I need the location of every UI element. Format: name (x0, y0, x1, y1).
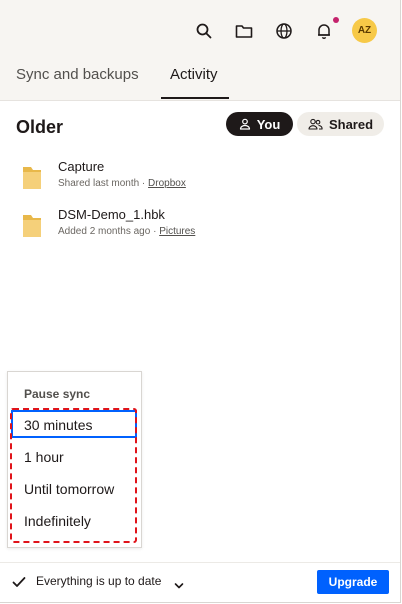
pause-indefinitely-option[interactable]: Indefinitely (24, 513, 91, 529)
activity-content: Older You Shared Capture Shared last mon… (0, 100, 400, 563)
upgrade-button[interactable]: Upgrade (317, 570, 389, 594)
search-icon[interactable] (193, 20, 215, 42)
file-location-link[interactable]: Dropbox (148, 178, 186, 189)
tab-sync-and-backups[interactable]: Sync and backups (16, 66, 139, 83)
pause-until-tomorrow-option[interactable]: Until tomorrow (24, 481, 114, 497)
file-location-link[interactable]: Pictures (159, 226, 195, 237)
sync-status-text[interactable]: Everything is up to date (36, 574, 161, 588)
file-name: DSM-Demo_1.hbk (58, 207, 165, 222)
active-tab-indicator (161, 97, 229, 99)
file-meta: Shared last month · Dropbox (58, 178, 186, 189)
filter-shared-label: Shared (328, 116, 374, 132)
checkmark-icon (12, 575, 26, 593)
person-icon (239, 118, 250, 130)
chevron-down-icon[interactable] (174, 577, 184, 595)
pause-30-minutes-option[interactable]: 30 minutes (24, 417, 92, 433)
top-bar: AZ Sync and backups Activity (0, 0, 400, 100)
filter-you-label: You (256, 116, 281, 132)
section-heading: Older (16, 117, 64, 137)
tab-activity[interactable]: Activity (170, 66, 218, 83)
bell-icon[interactable] (313, 20, 335, 42)
globe-icon[interactable] (273, 20, 295, 42)
pause-sync-menu: Pause sync 30 minutes 1 hour Until tomor… (7, 371, 142, 548)
sync-panel: AZ Sync and backups Activity Older You S… (0, 0, 401, 603)
avatar[interactable]: AZ (352, 18, 377, 43)
folder-icon (22, 164, 42, 195)
folder-icon[interactable] (233, 20, 255, 42)
list-item[interactable]: DSM-Demo_1.hbk Added 2 months ago · Pict… (20, 207, 380, 243)
pause-sync-title: Pause sync (24, 387, 91, 401)
filter-shared-button[interactable]: Shared (297, 112, 384, 136)
status-bar: Everything is up to date Upgrade (0, 562, 400, 602)
folder-icon (22, 212, 42, 243)
people-icon (308, 118, 323, 130)
filter-you-button[interactable]: You (226, 112, 293, 136)
pause-1-hour-option[interactable]: 1 hour (24, 449, 64, 465)
file-meta: Added 2 months ago · Pictures (58, 226, 196, 237)
notification-badge (333, 17, 339, 23)
list-item[interactable]: Capture Shared last month · Dropbox (20, 159, 380, 195)
file-name: Capture (58, 159, 105, 174)
